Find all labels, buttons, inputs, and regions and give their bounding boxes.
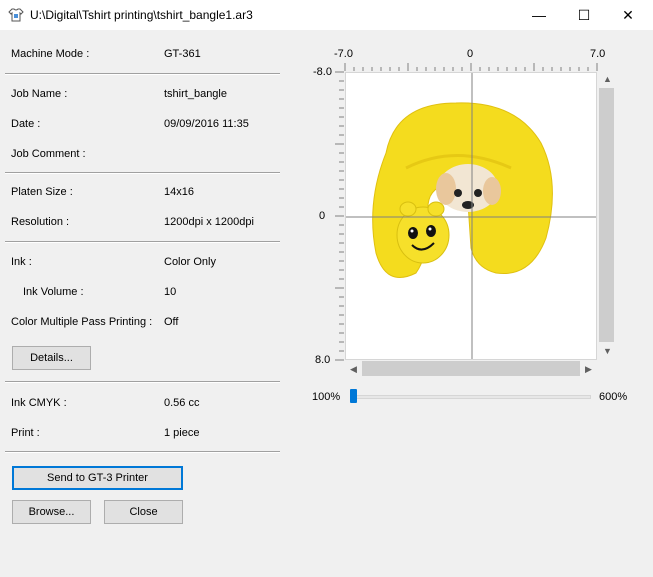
zoom-max-label: 600% (599, 391, 628, 403)
scroll-left-icon[interactable]: ◀ (350, 364, 357, 375)
zoom-slider-thumb[interactable] (350, 389, 357, 403)
yellow-pillow-dog-image (346, 73, 596, 359)
vertical-scrollbar[interactable] (599, 88, 614, 342)
zoom-min-label: 100% (312, 391, 341, 403)
zoom-slider-track[interactable] (353, 395, 591, 399)
scroll-up-icon[interactable]: ▲ (603, 74, 612, 84)
print-preview-canvas[interactable] (345, 72, 597, 360)
scroll-down-icon[interactable]: ▼ (603, 346, 612, 356)
scroll-right-icon[interactable]: ▶ (585, 364, 592, 375)
horizontal-scrollbar[interactable] (362, 361, 580, 376)
